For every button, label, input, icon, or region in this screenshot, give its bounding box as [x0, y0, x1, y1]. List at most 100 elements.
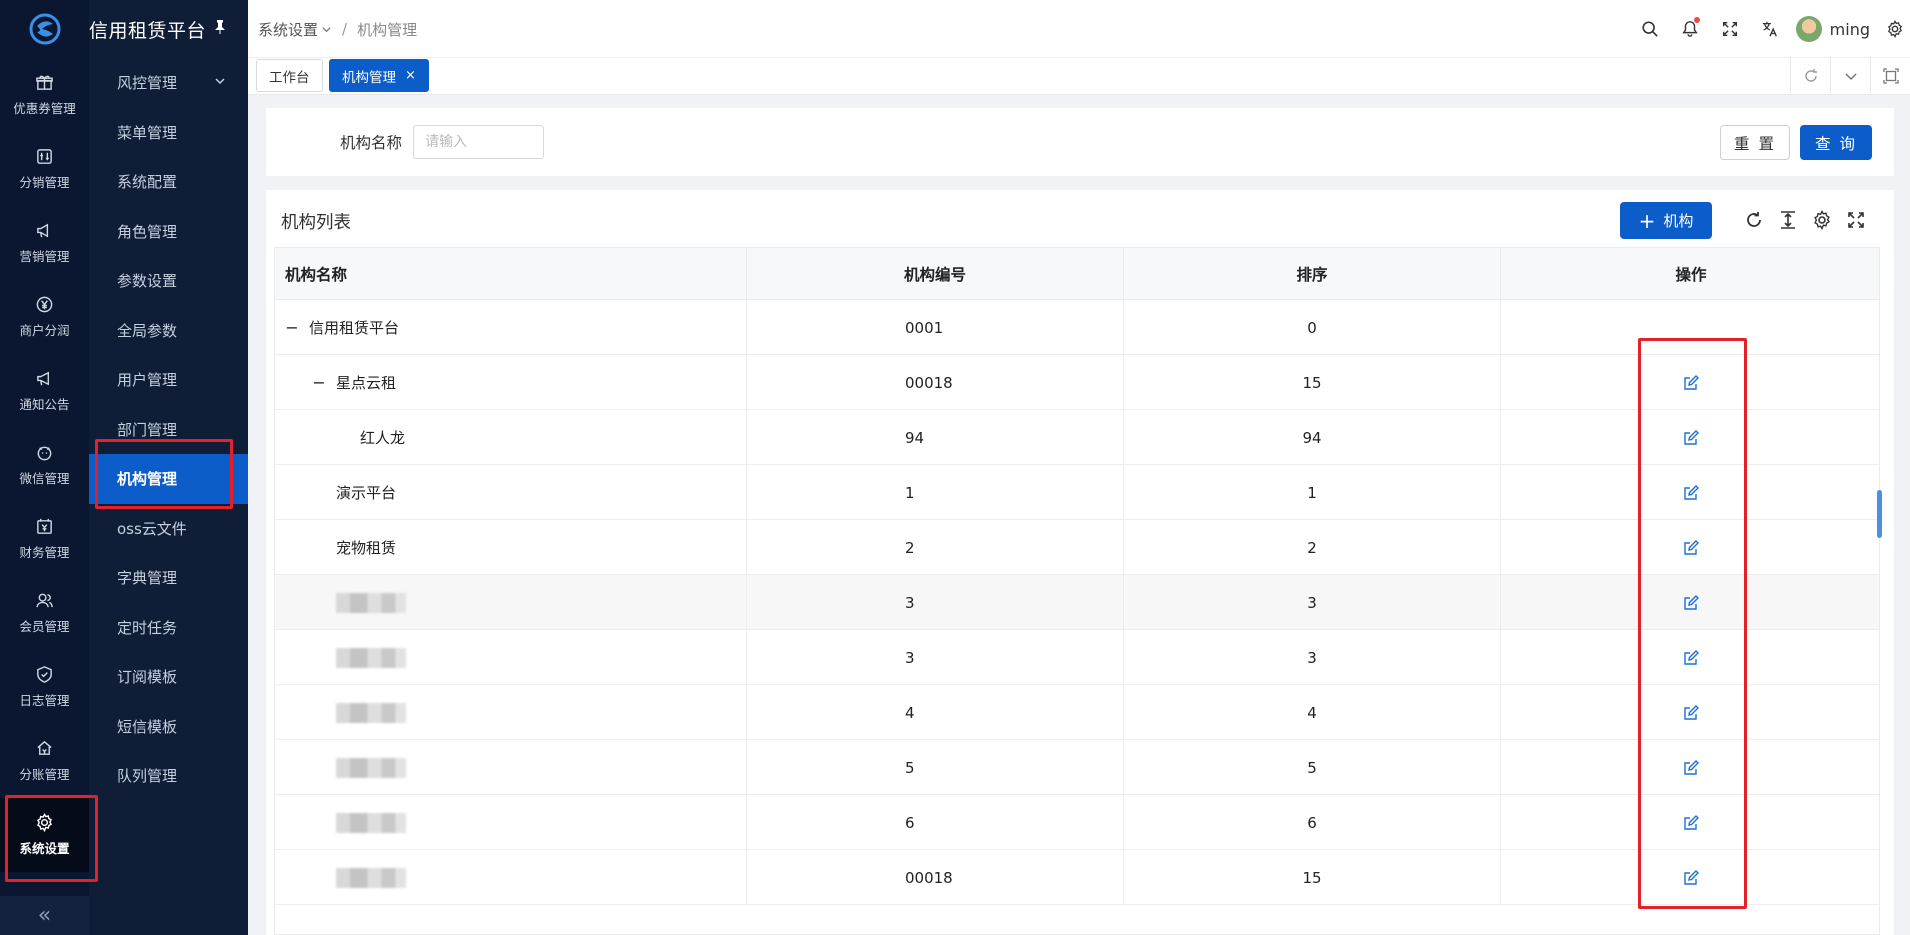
rail-item-sliders[interactable]: 分销管理: [0, 132, 89, 206]
edit-icon[interactable]: [1683, 649, 1699, 666]
edit-icon[interactable]: [1683, 704, 1699, 721]
reset-button[interactable]: 重 置: [1720, 125, 1790, 160]
close-icon[interactable]: ×: [405, 68, 416, 83]
submenu-item[interactable]: 字典管理: [89, 553, 248, 603]
redacted-name: [336, 647, 406, 668]
table-row[interactable]: 66: [275, 795, 1879, 850]
submenu-item[interactable]: 队列管理: [89, 751, 248, 801]
column-header-sort[interactable]: 排序: [1124, 248, 1501, 300]
bell-icon[interactable]: [1670, 9, 1710, 49]
rail-item-yen-circle[interactable]: 商户分润: [0, 280, 89, 354]
search-icon[interactable]: [1630, 9, 1670, 49]
table-row[interactable]: − 星点云租 00018 15: [275, 355, 1879, 410]
density-icon[interactable]: [1774, 206, 1802, 234]
scrollbar-thumb[interactable]: [1877, 490, 1882, 538]
rail-item-gear[interactable]: 系统设置: [0, 798, 89, 872]
top-bar: 系统设置 / 机构管理 ming: [248, 0, 1910, 58]
tab-workbench[interactable]: 工作台: [256, 59, 323, 92]
submenu-item[interactable]: 全局参数: [89, 306, 248, 356]
table-row[interactable]: − 信用租赁平台 0001 0: [275, 300, 1879, 355]
edit-icon[interactable]: [1683, 814, 1699, 831]
breadcrumb-separator: /: [342, 20, 348, 38]
submenu-item-label: 定时任务: [117, 618, 178, 637]
column-header-name[interactable]: 机构名称: [275, 248, 747, 300]
cell-sort: 3: [1124, 630, 1501, 685]
edit-icon[interactable]: [1683, 484, 1699, 501]
fullscreen-icon[interactable]: [1842, 206, 1870, 234]
collapse-toggle[interactable]: −: [285, 318, 299, 337]
submenu-item-label: 字典管理: [117, 569, 178, 588]
submenu-item[interactable]: 机构管理: [89, 454, 248, 504]
cell-actions: [1501, 410, 1879, 465]
tab-org-management[interactable]: 机构管理 ×: [329, 59, 429, 92]
app-logo: [0, 0, 89, 58]
column-settings-icon[interactable]: [1808, 206, 1836, 234]
submenu-item[interactable]: oss云文件: [89, 504, 248, 554]
pin-icon[interactable]: [214, 20, 226, 38]
submenu-item[interactable]: 系统配置: [89, 157, 248, 207]
edit-icon[interactable]: [1683, 429, 1699, 446]
fullscreen-icon[interactable]: [1710, 9, 1750, 49]
table-row[interactable]: 33: [275, 575, 1879, 630]
submenu-item[interactable]: 订阅模板: [89, 652, 248, 702]
table-row[interactable]: 00018 15: [275, 850, 1879, 905]
avatar[interactable]: [1795, 16, 1822, 42]
edit-icon[interactable]: [1683, 374, 1699, 391]
org-name-input[interactable]: [413, 125, 544, 159]
submenu-item[interactable]: 定时任务: [89, 603, 248, 653]
edit-icon[interactable]: [1683, 759, 1699, 776]
table-card: 机构列表 + 机构 机构名称 机构编号 排序 操作 − 信用租赁平台 0001 0− 星…: [266, 190, 1894, 935]
submenu-item[interactable]: 菜单管理: [89, 108, 248, 158]
rail-item-megaphone[interactable]: 营销管理: [0, 206, 89, 280]
edit-icon[interactable]: [1683, 594, 1699, 611]
submenu-item[interactable]: 风控管理: [89, 58, 248, 108]
submenu-item-label: 订阅模板: [117, 668, 178, 687]
rail-item-announcement[interactable]: 通知公告: [0, 354, 89, 428]
notification-dot: [1693, 17, 1700, 23]
table-row[interactable]: 演示平台 1 1: [275, 465, 1879, 520]
gear-icon[interactable]: [1880, 9, 1910, 49]
query-button[interactable]: 查 询: [1800, 125, 1872, 160]
submenu-item-label: 菜单管理: [117, 123, 178, 142]
submenu-item[interactable]: 参数设置: [89, 256, 248, 306]
column-header-code[interactable]: 机构编号: [747, 248, 1124, 300]
rail-item-split-account[interactable]: 分账管理: [0, 724, 89, 798]
rail-item-finance[interactable]: 财务管理: [0, 502, 89, 576]
tab-label: 机构管理: [342, 69, 396, 86]
submenu-item[interactable]: 用户管理: [89, 355, 248, 405]
org-name: 星点云租: [336, 374, 397, 392]
edit-icon[interactable]: [1683, 539, 1699, 556]
table-row[interactable]: 55: [275, 740, 1879, 795]
table-row[interactable]: 红人龙 94 94: [275, 410, 1879, 465]
rail-item-shield-check[interactable]: 日志管理: [0, 650, 89, 724]
collapse-toggle[interactable]: −: [312, 373, 326, 392]
translate-icon[interactable]: [1750, 9, 1790, 49]
cell-actions: [1501, 465, 1879, 520]
maximize-icon[interactable]: [1870, 58, 1910, 93]
edit-icon[interactable]: [1683, 869, 1699, 886]
submenu-item-label: 全局参数: [117, 321, 178, 340]
brand: 信用租赁平台: [89, 0, 248, 58]
submenu-item[interactable]: 角色管理: [89, 207, 248, 257]
refresh-icon[interactable]: [1740, 206, 1768, 234]
chevron-down-icon[interactable]: [1830, 58, 1870, 93]
rail-item-members[interactable]: 会员管理: [0, 576, 89, 650]
cell-name: [275, 630, 747, 685]
table-row[interactable]: 44: [275, 685, 1879, 740]
submenu-item[interactable]: 短信模板: [89, 702, 248, 752]
cell-actions: [1501, 685, 1879, 740]
refresh-tab-icon[interactable]: [1790, 58, 1830, 93]
breadcrumb-item-system[interactable]: 系统设置: [258, 19, 318, 40]
rail-item-gift[interactable]: 优惠券管理: [0, 58, 89, 132]
cell-code: 1: [747, 465, 1124, 520]
add-org-button[interactable]: + 机构: [1620, 202, 1712, 239]
breadcrumb: 系统设置 / 机构管理: [258, 0, 417, 58]
submenu-item[interactable]: 部门管理: [89, 405, 248, 455]
collapse-sidebar-button[interactable]: «: [0, 896, 89, 935]
submenu-item-label: 短信模板: [117, 717, 178, 736]
rail-item-wechat[interactable]: 微信管理: [0, 428, 89, 502]
username[interactable]: ming: [1830, 20, 1870, 39]
table-row[interactable]: 宠物租赁 2 2: [275, 520, 1879, 575]
redacted-name: [336, 812, 406, 833]
table-row[interactable]: 33: [275, 630, 1879, 685]
